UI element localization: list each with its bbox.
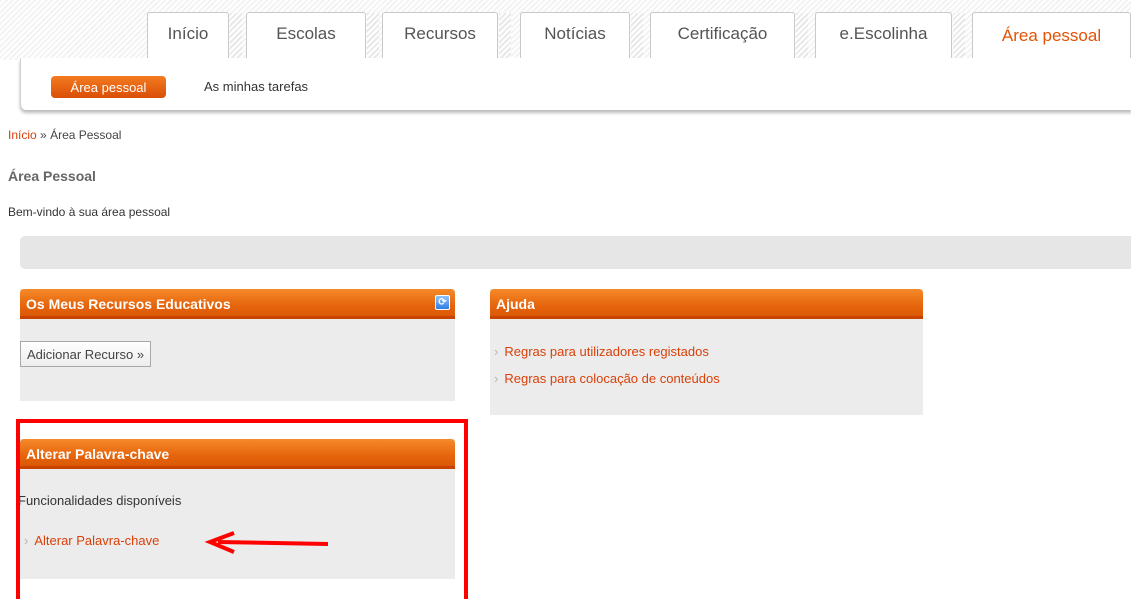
tab-label: Certificação <box>677 23 768 43</box>
annotation-arrow-icon <box>204 531 329 554</box>
tab-escolas[interactable]: Escolas <box>246 12 379 59</box>
subtab-minhas-tarefas[interactable]: As minhas tarefas <box>204 79 308 94</box>
breadcrumb-home-link[interactable]: Início <box>8 128 37 142</box>
page-title: Área Pessoal <box>8 168 96 184</box>
tab-label: Recursos <box>404 23 476 43</box>
tab-inicio[interactable]: Início <box>147 12 242 59</box>
help-panel-title: Ajuda <box>496 296 535 312</box>
tab-label: Início <box>167 23 209 43</box>
resources-panel-header: Os Meus Recursos Educativos ⟳ <box>20 289 455 319</box>
refresh-icon[interactable]: ⟳ <box>435 295 450 310</box>
chevron-right-icon: › <box>494 344 499 359</box>
tab-label: e.Escolinha <box>839 23 928 43</box>
tab-recursos[interactable]: Recursos <box>382 12 511 59</box>
help-link-rules-users[interactable]: › Regras para utilizadores registados <box>494 344 709 359</box>
tab-label: Escolas <box>276 23 336 43</box>
breadcrumb-separator: » <box>40 128 47 142</box>
subtab-area-pessoal[interactable]: Área pessoal <box>51 76 166 98</box>
help-panel-header: Ajuda <box>490 289 923 319</box>
tab-noticias[interactable]: Notícias <box>520 12 643 59</box>
annotation-highlight-frame <box>16 419 468 599</box>
tab-area-pessoal[interactable]: Área pessoal <box>972 12 1131 62</box>
sub-navigation: Área pessoal As minhas tarefas <box>20 58 1131 110</box>
tab-e-escolinha[interactable]: e.Escolinha <box>815 12 965 59</box>
resources-panel: Os Meus Recursos Educativos ⟳ Adicionar … <box>20 289 455 401</box>
tab-label: Área pessoal <box>1001 25 1102 45</box>
help-panel: Ajuda › Regras para utilizadores registad… <box>490 289 923 415</box>
breadcrumb-current: Área Pessoal <box>50 128 122 142</box>
add-resource-button[interactable]: Adicionar Recurso » <box>20 341 152 367</box>
tab-certificacao[interactable]: Certificação <box>650 12 808 59</box>
chevron-right-icon: › <box>494 371 499 386</box>
help-link-rules-content[interactable]: › Regras para colocação de conteúdos <box>494 371 720 386</box>
tab-label: Notícias <box>544 23 606 43</box>
info-bar <box>20 236 1131 269</box>
help-link-label: Regras para utilizadores registados <box>504 344 709 359</box>
welcome-text: Bem-vindo à sua área pessoal <box>8 205 171 219</box>
help-link-label: Regras para colocação de conteúdos <box>504 371 720 386</box>
breadcrumb: Início » Área Pessoal <box>8 128 121 142</box>
resources-panel-title: Os Meus Recursos Educativos <box>26 296 231 312</box>
